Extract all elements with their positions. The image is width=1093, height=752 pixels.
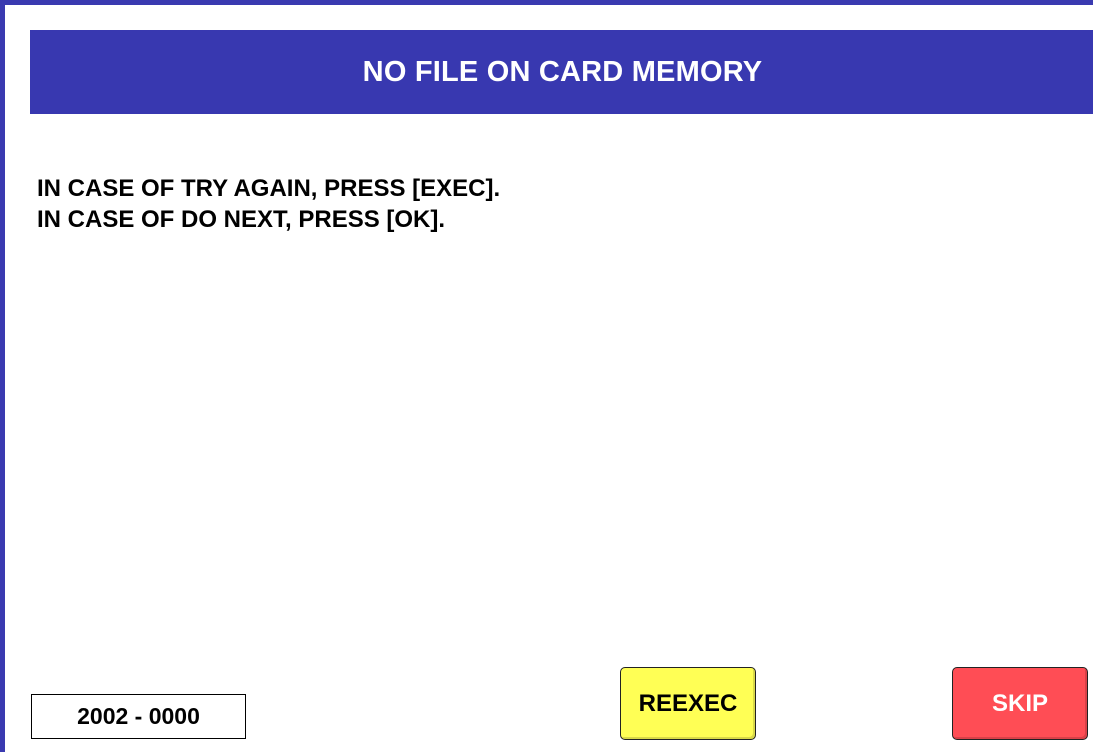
error-code: 2002 - 0000 [77,703,200,729]
instruction-line-retry: IN CASE OF TRY AGAIN, PRESS [EXEC]. [37,175,501,202]
instruction-message: IN CASE OF TRY AGAIN, PRESS [EXEC]. IN C… [37,173,500,235]
skip-button[interactable]: SKIP [952,667,1088,740]
dialog-title-bar: NO FILE ON CARD MEMORY [30,30,1093,114]
error-code-box: 2002 - 0000 [31,694,246,739]
skip-button-label: SKIP [991,689,1048,717]
reexec-button-label: REEXEC [638,689,738,717]
instruction-line-next: IN CASE OF DO NEXT, PRESS [OK]. [37,206,446,233]
dialog-frame: NO FILE ON CARD MEMORY IN CASE OF TRY AG… [0,0,1093,752]
reexec-button[interactable]: REEXEC [620,667,756,740]
dialog-title: NO FILE ON CARD MEMORY [362,55,763,88]
